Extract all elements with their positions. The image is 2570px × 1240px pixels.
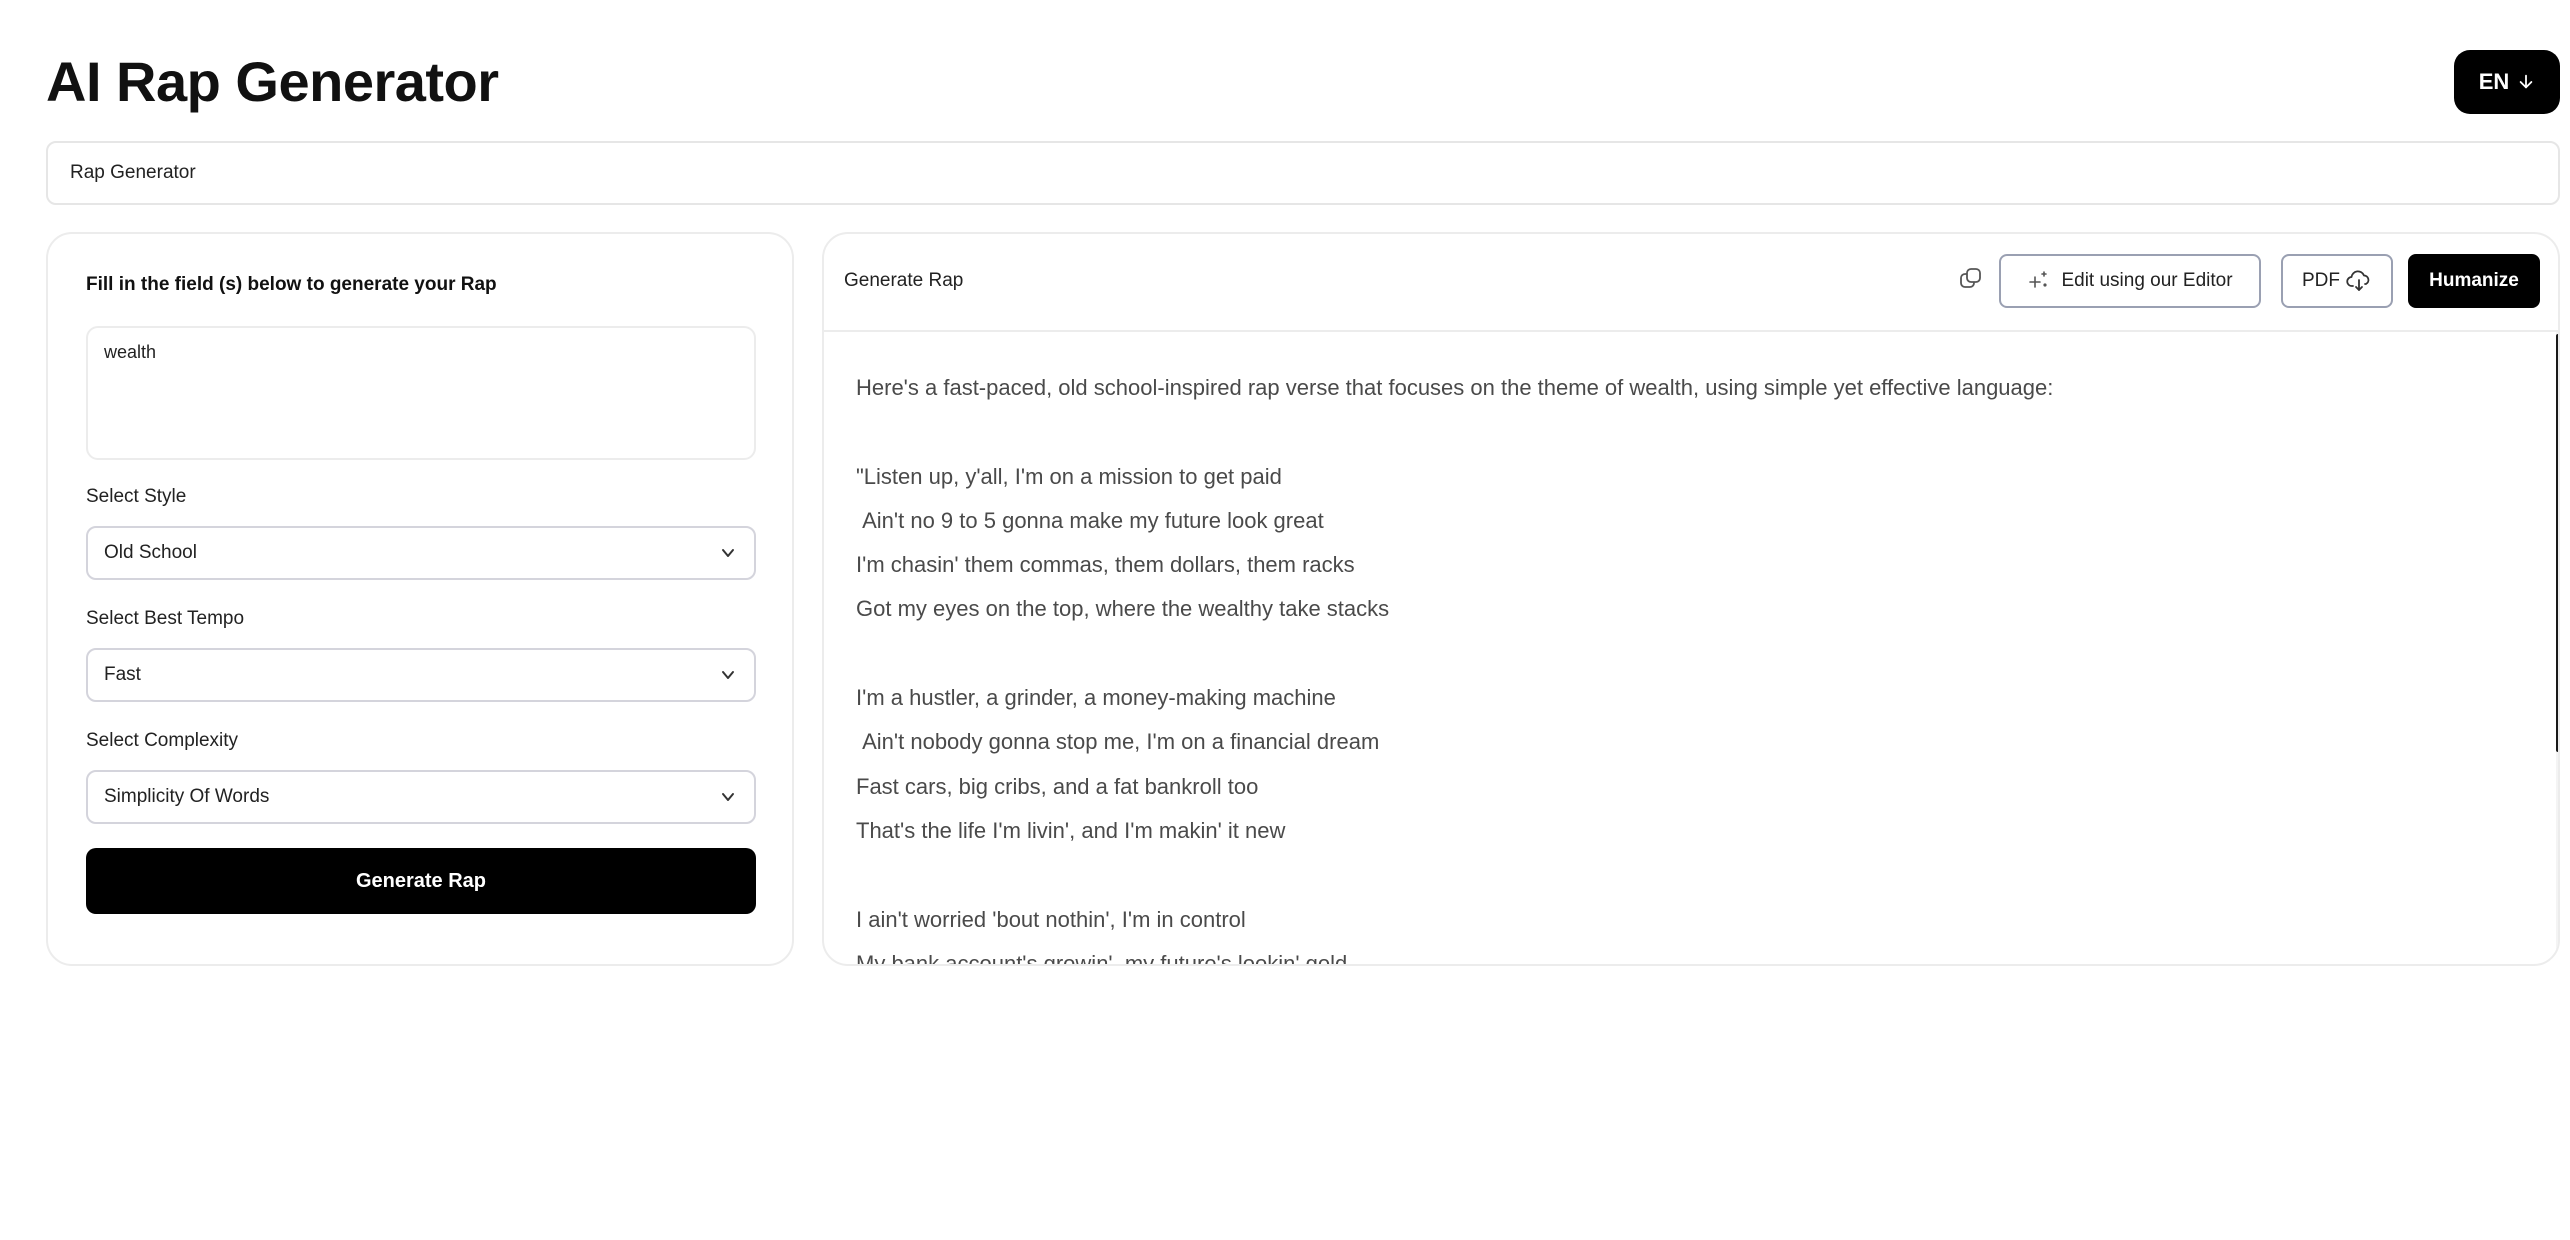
generated-rap-output[interactable]: Here's a fast-paced, old school-inspired… — [824, 330, 2558, 966]
pdf-button-label: PDF — [2302, 270, 2340, 291]
tempo-select[interactable]: Fast — [86, 648, 756, 702]
edit-in-editor-button[interactable]: Edit using our Editor — [1999, 254, 2261, 308]
language-label: EN — [2478, 69, 2510, 94]
copy-button[interactable] — [1956, 264, 1986, 294]
style-select[interactable]: Old School — [86, 526, 756, 580]
arrow-down-icon — [2519, 74, 2533, 89]
style-select-value: Old School — [104, 542, 197, 563]
language-button[interactable]: EN — [2454, 50, 2560, 114]
page-title: AI Rap Generator — [46, 50, 499, 113]
tempo-select-value: Fast — [104, 664, 141, 685]
complexity-label: Select Complexity — [86, 730, 239, 751]
form-heading: Fill in the field (s) below to generate … — [86, 274, 497, 295]
breadcrumb: Rap Generator — [46, 141, 2560, 205]
page: AI Rap Generator EN Rap Generator Fill i… — [0, 0, 2570, 1240]
output-panel: Generate Rap Edit using our Editor PDF H… — [822, 232, 2560, 966]
sparkle-icon — [2029, 271, 2048, 288]
breadcrumb-label: Rap Generator — [70, 162, 196, 183]
generated-rap-text: Here's a fast-paced, old school-inspired… — [856, 375, 2054, 966]
tempo-label: Select Best Tempo — [86, 608, 245, 629]
chevron-down-icon — [722, 671, 734, 679]
humanize-button[interactable]: Humanize — [2408, 254, 2540, 308]
topic-input[interactable] — [86, 326, 756, 460]
cloud-download-icon — [2346, 270, 2370, 291]
edit-button-label: Edit using our Editor — [2061, 270, 2233, 291]
chevron-down-icon — [722, 549, 734, 557]
input-form-panel: Fill in the field (s) below to generate … — [46, 232, 794, 966]
chevron-down-icon — [722, 793, 734, 801]
pdf-download-button[interactable]: PDF — [2281, 254, 2393, 308]
output-title: Generate Rap — [844, 270, 964, 291]
complexity-select[interactable]: Simplicity Of Words — [86, 770, 756, 824]
style-label: Select Style — [86, 486, 187, 507]
output-scrollbar-thumb[interactable] — [2556, 334, 2558, 752]
copy-icon — [1960, 268, 1981, 288]
complexity-select-value: Simplicity Of Words — [104, 786, 270, 807]
output-scrollbar-track[interactable] — [2556, 332, 2558, 964]
generate-rap-button[interactable]: Generate Rap — [86, 848, 756, 914]
